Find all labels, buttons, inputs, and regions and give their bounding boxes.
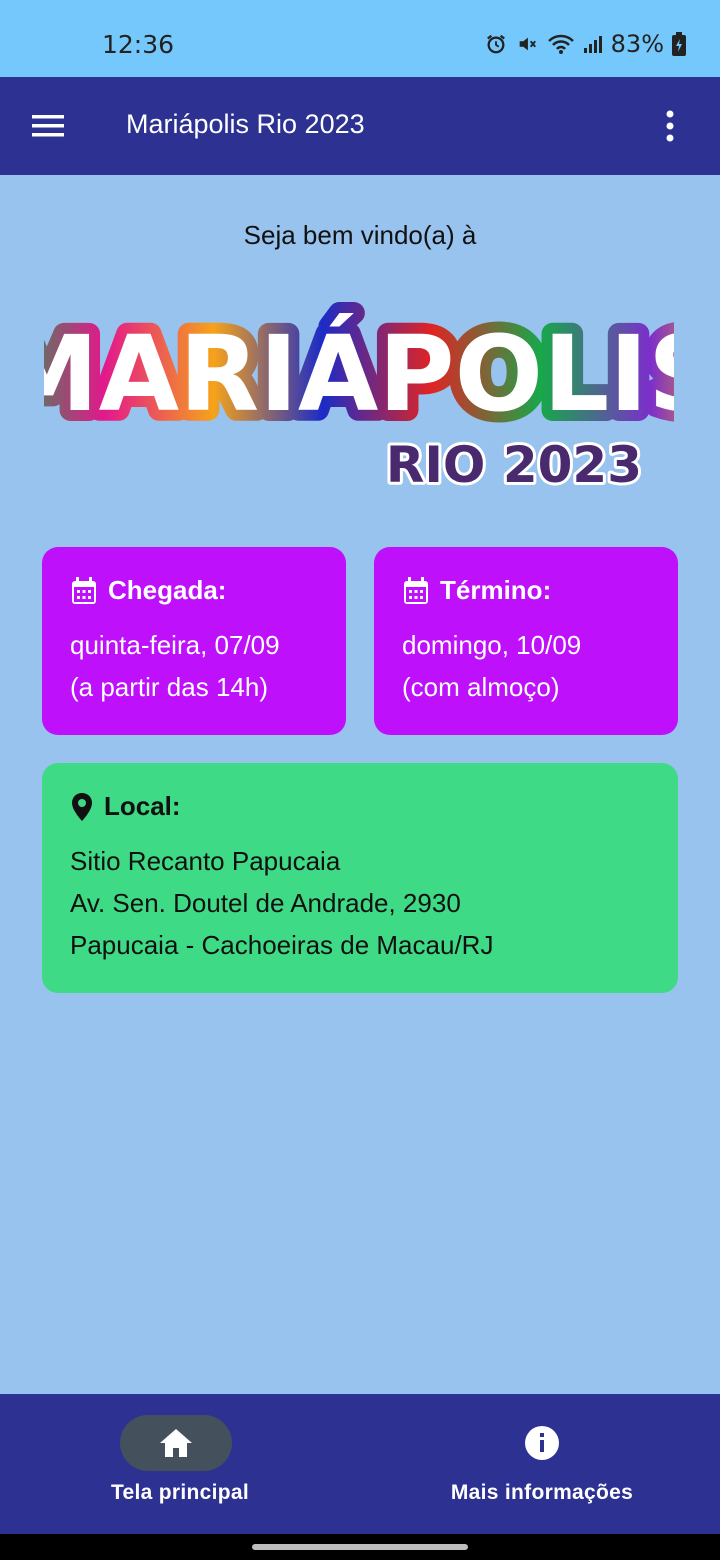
alarm-icon [486, 34, 505, 54]
departure-date: domingo, 10/09 [402, 630, 582, 660]
location-pin-icon [72, 792, 92, 821]
mariapolis-logo: MARIÁPOLIS MARIÁPOLIS RIO 2023 [44, 302, 674, 497]
home-icon [160, 1429, 192, 1457]
location-title: Local: [104, 791, 181, 821]
departure-header: Término: [402, 575, 650, 606]
arrival-title: Chegada: [108, 575, 227, 605]
location-address: Av. Sen. Doutel de Andrade, 2930 [70, 888, 461, 918]
departure-title: Término: [440, 575, 552, 605]
gesture-handle[interactable] [252, 1544, 468, 1550]
arrival-card: Chegada: quinta-feira, 07/09 (a partir d… [42, 547, 346, 735]
status-icons: 83% [485, 30, 686, 58]
status-bar: 12:36 83% [0, 0, 720, 77]
location-header: Local: [70, 791, 650, 822]
nav-info[interactable]: Mais informações [362, 1394, 720, 1534]
location-card: Local: Sitio Recanto Papucaia Av. Sen. D… [42, 763, 678, 993]
mute-icon [519, 37, 536, 51]
welcome-text: Seja bem vindo(a) à [243, 220, 477, 250]
menu-icon[interactable] [30, 111, 68, 141]
nav-home-label: Tela principal [110, 1481, 249, 1504]
app-bar: Mariápolis Rio 2023 [0, 77, 720, 175]
logo-sub-text: RIO 2023 [386, 436, 642, 494]
app-title: Mariápolis Rio 2023 [126, 109, 365, 139]
bottom-navigation: Tela principal Mais informações [0, 1394, 720, 1534]
logo-main-text: MARIÁPOLIS [44, 313, 674, 435]
status-time: 12:36 [102, 30, 175, 59]
battery-percentage: 83% [610, 30, 664, 58]
location-city: Papucaia - Cachoeiras de Macau/RJ [70, 930, 494, 960]
signal-icon [583, 36, 602, 53]
nav-home[interactable]: Tela principal [0, 1394, 360, 1534]
info-icon [525, 1426, 559, 1460]
calendar-icon [72, 576, 96, 604]
wifi-icon [547, 34, 574, 54]
arrival-date: quinta-feira, 07/09 [70, 630, 280, 660]
more-options-icon[interactable] [658, 107, 682, 145]
calendar-icon [404, 576, 428, 604]
battery-charging-icon [672, 32, 686, 56]
location-name: Sitio Recanto Papucaia [70, 846, 341, 876]
arrival-header: Chegada: [70, 575, 318, 606]
gesture-bar [0, 1534, 720, 1560]
arrival-time: (a partir das 14h) [70, 672, 268, 702]
nav-info-label: Mais informações [450, 1481, 634, 1504]
departure-note: (com almoço) [402, 672, 560, 702]
departure-card: Término: domingo, 10/09 (com almoço) [374, 547, 678, 735]
